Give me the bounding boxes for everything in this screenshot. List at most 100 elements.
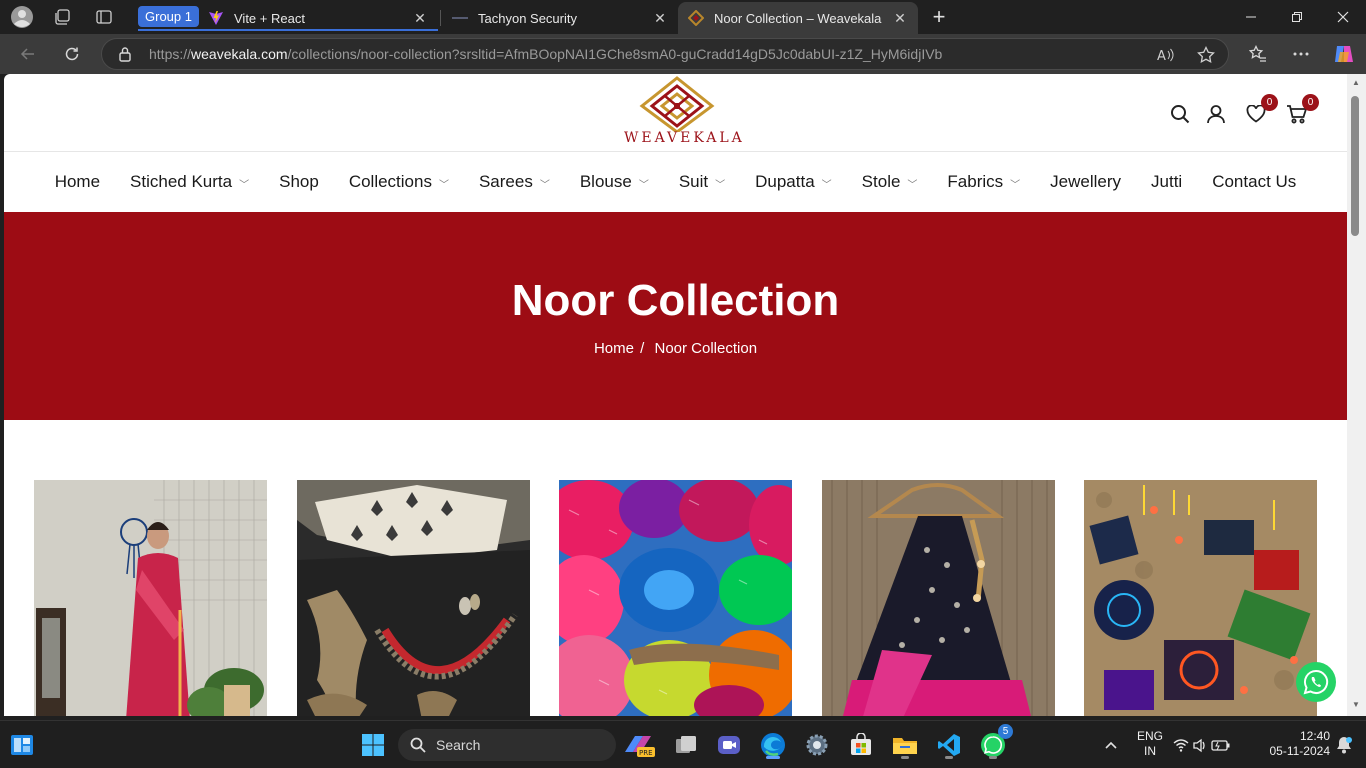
language-code: ENG <box>1136 729 1163 743</box>
start-windows-icon[interactable] <box>357 729 389 761</box>
nav-item-sarees[interactable]: Sarees ﹀ <box>479 172 550 192</box>
read-aloud-icon[interactable]: A <box>1156 45 1176 65</box>
chevron-down-icon: ﹀ <box>438 179 449 191</box>
product-card[interactable] <box>34 480 267 716</box>
product-image[interactable] <box>822 480 1055 716</box>
refresh-icon[interactable] <box>58 40 86 68</box>
nav-item-label: Stole <box>861 172 901 191</box>
breadcrumb-home-link[interactable]: Home <box>594 340 634 357</box>
clock[interactable]: 12:40 05-11-2024 <box>1250 729 1331 759</box>
scroll-down-arrow-icon[interactable]: ▼ <box>1351 700 1361 709</box>
back-icon[interactable] <box>14 40 42 68</box>
show-hidden-icons-chevron-up-icon[interactable] <box>1095 729 1127 761</box>
taskbar-search-box[interactable]: Search <box>398 729 616 761</box>
nav-item-jewellery[interactable]: Jewellery <box>1050 172 1121 192</box>
breadcrumb: Home / Noor Collection <box>4 340 1347 357</box>
language-indicator[interactable]: ENG IN <box>1134 729 1166 759</box>
nav-item-suit[interactable]: Suit ﹀ <box>679 172 725 192</box>
tab-divider <box>440 10 441 26</box>
nav-item-fabrics[interactable]: Fabrics ﹀ <box>947 172 1020 192</box>
tab-tachyon-security[interactable]: Tachyon Security ✕ <box>442 2 678 34</box>
product-image[interactable] <box>34 480 267 716</box>
cart-icon[interactable]: 0 <box>1285 94 1319 126</box>
more-options-icon[interactable] <box>1287 40 1315 68</box>
tab-title: Vite + React <box>234 10 305 26</box>
nav-item-blouse[interactable]: Blouse ﹀ <box>580 172 649 192</box>
scrollbar-thumb[interactable] <box>1351 96 1359 236</box>
main-navigation: Home Stiched Kurta ﹀ Shop Collections ﹀ Sa… <box>4 152 1347 212</box>
running-app-indicator <box>945 756 953 759</box>
wifi-volume-battery-icons <box>1173 738 1230 753</box>
chevron-down-icon: ﹀ <box>638 179 649 191</box>
nav-item-label: Contact Us <box>1212 172 1297 191</box>
nav-item-stiched-kurta[interactable]: Stiched Kurta ﹀ <box>130 172 249 192</box>
lock-icon[interactable] <box>118 46 132 67</box>
file-explorer-icon[interactable] <box>889 729 921 761</box>
url-text[interactable]: https://weavekala.com/collections/noor-c… <box>149 46 942 62</box>
nav-item-contact-us[interactable]: Contact Us <box>1212 172 1296 192</box>
nav-item-jutti[interactable]: Jutti <box>1151 172 1182 192</box>
nav-item-home[interactable]: Home <box>55 172 100 192</box>
nav-item-label: Suit <box>678 172 709 191</box>
tab-group-chip[interactable]: Group 1 <box>138 6 199 27</box>
clock-date: 05-11-2024 <box>1269 744 1331 758</box>
address-bar[interactable]: https://weavekala.com/collections/noor-c… <box>101 38 1229 70</box>
vscode-icon[interactable] <box>933 729 965 761</box>
edge-browser-icon[interactable] <box>757 729 789 761</box>
tachyon-icon <box>452 10 468 26</box>
settings-gear-icon[interactable] <box>801 729 833 761</box>
nav-item-dupatta[interactable]: Dupatta ﹀ <box>755 172 832 192</box>
product-card[interactable] <box>1084 480 1317 716</box>
copilot-pre-icon[interactable]: PRE <box>620 729 656 761</box>
nav-item-stole[interactable]: Stole ﹀ <box>862 172 918 192</box>
tab-vite-react[interactable]: Vite + React ✕ <box>198 2 438 34</box>
new-tab-button[interactable]: + <box>927 4 951 29</box>
tab-noor-collection[interactable]: Noor Collection – Weavekala ✕ <box>678 2 918 34</box>
logo-wordmark: WEAVEKALA <box>624 130 745 146</box>
nav-item-shop[interactable]: Shop <box>279 172 319 192</box>
product-image[interactable] <box>559 480 792 716</box>
account-icon[interactable] <box>1204 102 1228 126</box>
page-scrollbar[interactable]: ▲ ▼ <box>1347 74 1366 716</box>
whatsapp-app-icon[interactable]: 5 <box>977 724 1013 761</box>
favorites-icon[interactable] <box>1244 40 1272 68</box>
close-tab-icon[interactable]: ✕ <box>412 10 428 27</box>
workspaces-icon[interactable] <box>50 5 74 29</box>
chevron-down-icon: ﹀ <box>715 179 726 191</box>
taskbar-search-label: Search <box>436 737 481 753</box>
product-card[interactable] <box>822 480 1055 716</box>
wishlist-icon[interactable]: 0 <box>1244 94 1278 126</box>
product-card[interactable] <box>297 480 530 716</box>
task-view-icon[interactable] <box>670 729 702 761</box>
teams-meet-icon[interactable] <box>713 729 745 761</box>
product-image[interactable] <box>1084 480 1317 716</box>
widgets-icon[interactable] <box>6 729 38 761</box>
favorite-star-icon[interactable] <box>1196 45 1216 65</box>
clock-time: 12:40 <box>1299 729 1330 743</box>
search-icon[interactable] <box>1168 102 1192 126</box>
search-icon <box>410 737 426 753</box>
url-scheme: https:// <box>149 46 192 62</box>
close-tab-icon[interactable]: ✕ <box>652 10 668 27</box>
weavekala-logo[interactable]: WEAVEKALA <box>624 76 745 150</box>
url-host: weavekala.com <box>191 46 288 62</box>
tab-title: Noor Collection – Weavekala <box>714 10 882 26</box>
minimize-icon[interactable] <box>1228 0 1274 34</box>
system-tray-status[interactable] <box>1172 729 1232 761</box>
nav-item-collections[interactable]: Collections ﹀ <box>349 172 449 192</box>
product-card[interactable] <box>559 480 792 716</box>
product-image[interactable] <box>297 480 530 716</box>
close-tab-icon[interactable]: ✕ <box>892 10 908 27</box>
microsoft-store-icon[interactable] <box>845 729 877 761</box>
profile-avatar-icon[interactable] <box>10 5 34 29</box>
tab-actions-icon[interactable] <box>92 5 116 29</box>
svg-text:PRE: PRE <box>639 749 653 757</box>
notifications-bell-icon[interactable] <box>1328 729 1360 761</box>
restore-icon[interactable] <box>1274 0 1320 34</box>
close-window-icon[interactable] <box>1320 0 1366 34</box>
breadcrumb-separator: / <box>640 340 645 357</box>
whatsapp-chat-button[interactable] <box>1296 662 1336 702</box>
weavekala-logo-mark <box>639 76 715 134</box>
scroll-up-arrow-icon[interactable]: ▲ <box>1351 78 1361 87</box>
copilot-icon[interactable] <box>1330 40 1358 68</box>
